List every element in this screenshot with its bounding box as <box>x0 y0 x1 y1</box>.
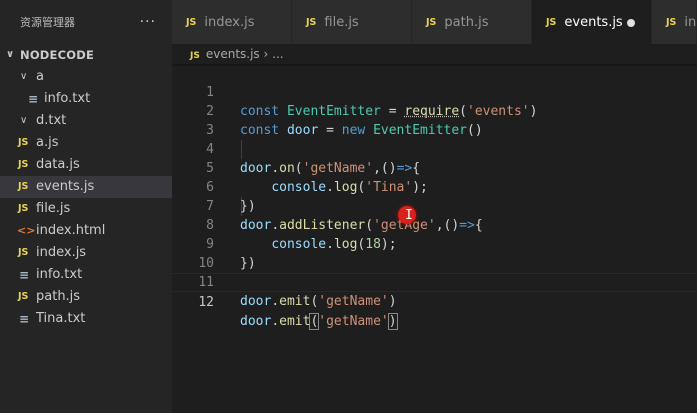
chevron-down-icon: ∨ <box>20 115 28 126</box>
tree-root-label: NODECODE <box>20 48 95 62</box>
code-line-11[interactable]: 11 door.emit('getName') <box>172 254 697 309</box>
tree-item-label: d.txt <box>36 113 67 128</box>
breadcrumb-file[interactable]: events.js <box>206 47 260 61</box>
code-line-9[interactable]: 9 }) <box>172 216 697 271</box>
tree-item-path-js[interactable]: JS path.js <box>0 286 172 308</box>
code-text: door.emit('getName') <box>240 294 397 309</box>
js-file-icon: JS <box>18 159 29 170</box>
tree-root-nodecode[interactable]: ∨ NODECODE <box>0 44 172 66</box>
editor-tab-bar: JS index.js JS file.js JS path.js JS eve… <box>172 0 697 44</box>
tree-item-label: path.js <box>36 289 81 304</box>
tree-item-label: file.js <box>36 201 71 216</box>
code-line-3[interactable]: 3 <box>172 102 697 138</box>
js-file-icon: JS <box>666 16 677 28</box>
js-file-icon: JS <box>306 16 317 28</box>
js-file-icon: JS <box>426 16 437 28</box>
tree-item-info-txt[interactable]: ≡ info.txt <box>0 264 172 286</box>
tree-item-a-info-txt[interactable]: ≡ info.txt <box>0 88 172 110</box>
js-file-icon: JS <box>18 291 29 302</box>
line-number: 12 <box>198 295 214 310</box>
text-file-icon: ≡ <box>28 92 39 106</box>
tree-item-data-js[interactable]: JS data.js <box>0 154 172 176</box>
tab-label: events.js <box>564 14 623 30</box>
tab-label: path.js <box>444 14 489 30</box>
js-file-icon: JS <box>18 181 29 192</box>
tab-path-js[interactable]: JS path.js <box>412 0 532 44</box>
code-line-10[interactable]: 10 <box>172 235 697 271</box>
explorer-title: 资源管理器 <box>20 16 75 29</box>
tab-label: in <box>684 14 697 30</box>
code-line-12[interactable]: 12 door.emit('getName') <box>172 273 697 330</box>
chevron-down-icon: ∨ <box>20 71 28 82</box>
text-file-icon: ≡ <box>19 268 30 282</box>
tree-item-index-js[interactable]: JS index.js <box>0 242 172 264</box>
js-file-icon: JS <box>546 16 557 28</box>
breadcrumb-symbol[interactable]: ... <box>272 47 283 61</box>
explorer-sidebar: 资源管理器 ··· ∨ NODECODE ∨ a ≡ info.txt ∨ d.… <box>0 0 172 413</box>
breadcrumb-separator-icon: › <box>263 47 269 61</box>
tree-item-label: index.js <box>36 245 87 260</box>
code-line-8[interactable]: 8 console.log(18); <box>172 197 697 252</box>
code-editor[interactable]: 1 const EventEmitter = require('events')… <box>172 64 697 413</box>
tree-item-label: a <box>36 69 44 84</box>
tree-item-label: Tina.txt <box>36 311 86 326</box>
tree-item-folder-d-txt[interactable]: ∨ d.txt <box>0 110 172 132</box>
code-line-4[interactable]: 4 door.on('getName',()=>{ <box>172 121 697 176</box>
file-tree: ∨ NODECODE ∨ a ≡ info.txt ∨ d.txt JS a.j… <box>0 44 172 330</box>
tab-file-js[interactable]: JS file.js <box>292 0 412 44</box>
unsaved-dot-icon[interactable] <box>627 19 635 27</box>
tree-item-tina-txt[interactable]: ≡ Tina.txt <box>0 308 172 330</box>
js-file-icon: JS <box>186 16 197 28</box>
tree-item-a-js[interactable]: JS a.js <box>0 132 172 154</box>
tree-item-file-js[interactable]: JS file.js <box>0 198 172 220</box>
code-line-7[interactable]: 7 door.addListener('getAge',()=>{ <box>172 178 697 233</box>
code-line-2[interactable]: 2 const door = new EventEmitter() <box>172 83 697 138</box>
tab-label: index.js <box>204 14 255 30</box>
code-line-5[interactable]: 5 console.log('Tina'); <box>172 140 697 195</box>
chevron-down-icon: ∨ <box>6 49 15 60</box>
tree-item-index-html[interactable]: <> index.html <box>0 220 172 242</box>
tree-item-label: info.txt <box>36 267 83 282</box>
tree-item-label: a.js <box>36 135 59 150</box>
tree-item-label: index.html <box>36 223 106 238</box>
tree-item-folder-a[interactable]: ∨ a <box>0 66 172 88</box>
tab-events-js[interactable]: JS events.js <box>532 0 652 44</box>
js-file-icon: JS <box>190 51 200 61</box>
code-line-6[interactable]: 6 }) <box>172 159 697 214</box>
explorer-header: 资源管理器 ··· <box>0 0 172 44</box>
js-file-icon: JS <box>18 247 29 258</box>
more-actions-icon[interactable]: ··· <box>140 14 156 30</box>
js-file-icon: JS <box>18 203 29 214</box>
text-file-icon: ≡ <box>19 312 30 326</box>
js-file-icon: JS <box>18 137 29 148</box>
breadcrumb: JS events.js › ... <box>172 44 697 64</box>
code-text: door.emit('getName') <box>240 313 398 330</box>
tree-item-label: info.txt <box>44 91 91 106</box>
tree-item-label: events.js <box>36 179 95 194</box>
tab-label: file.js <box>324 14 359 30</box>
code-line-1[interactable]: 1 const EventEmitter = require('events') <box>172 64 697 119</box>
tree-item-label: data.js <box>36 157 80 172</box>
tab-index-partial[interactable]: JS in <box>652 0 697 44</box>
html-file-icon: <> <box>17 224 36 237</box>
text-cursor-icon: I <box>405 208 413 223</box>
tree-item-events-js[interactable]: JS events.js <box>0 176 172 198</box>
tab-index-js[interactable]: JS index.js <box>172 0 292 44</box>
